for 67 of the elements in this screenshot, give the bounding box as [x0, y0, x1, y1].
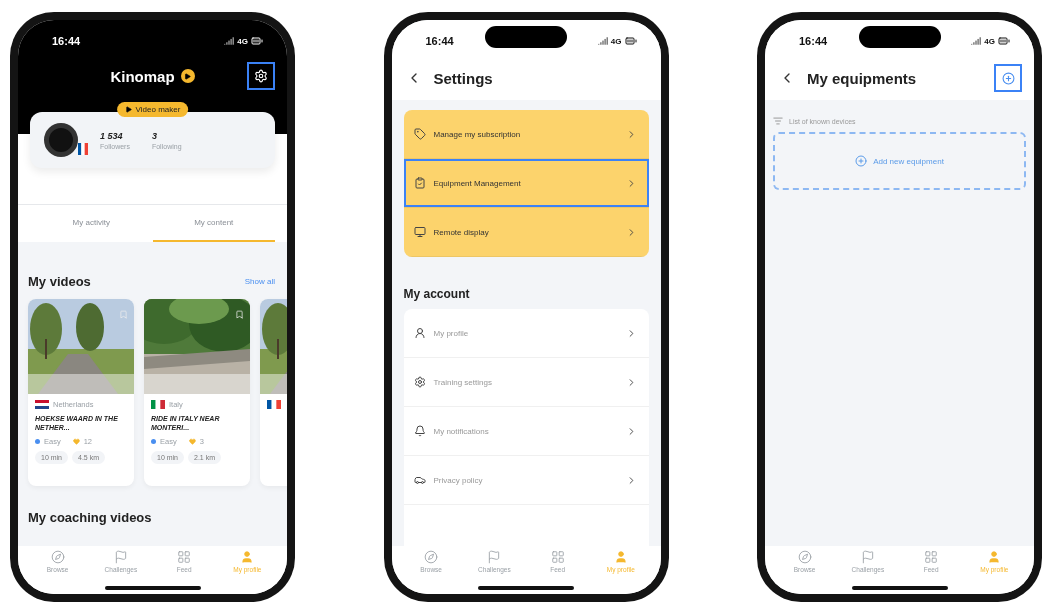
- settings-row[interactable]: Equipment Management: [403, 159, 649, 208]
- person-icon: [413, 327, 426, 339]
- page-title: Settings: [433, 69, 493, 87]
- settings-row[interactable]: Privacy policy: [403, 456, 649, 505]
- settings-row[interactable]: Training settings: [403, 358, 649, 407]
- grid-icon: [177, 550, 192, 564]
- stat-value: 1 534: [100, 130, 124, 141]
- settings-button[interactable]: [247, 62, 275, 90]
- play-icon: [180, 69, 195, 83]
- bell-icon: [413, 425, 426, 437]
- flag-icon: [487, 550, 502, 564]
- compass-icon: [424, 550, 439, 564]
- gear-icon: [413, 376, 426, 388]
- compass-icon: [797, 550, 812, 564]
- network-label: 4G: [984, 36, 995, 46]
- person-icon: [613, 550, 628, 564]
- car-icon: [413, 474, 426, 486]
- tab[interactable]: My activity: [30, 205, 153, 242]
- clipboard-icon: [413, 177, 426, 189]
- signal-icon: [971, 36, 982, 46]
- settings-row[interactable]: My notifications: [403, 407, 649, 456]
- monitor-icon: [413, 226, 426, 238]
- signal-icon: [597, 36, 608, 46]
- battery-icon: [251, 35, 263, 47]
- network-label: 4G: [237, 36, 248, 46]
- page-title: My equipments: [807, 69, 917, 87]
- difficulty-dot: [35, 439, 40, 445]
- status-time: 16:44: [425, 35, 454, 47]
- app-title: Kinomap: [110, 67, 175, 85]
- tag-icon: [413, 128, 426, 140]
- flag-icon: [267, 400, 281, 409]
- flag-icon: [35, 400, 49, 409]
- battery-icon: [998, 35, 1010, 47]
- bookmark-icon[interactable]: [235, 310, 244, 319]
- signal-icon: [224, 36, 235, 46]
- add-icon: [1001, 71, 1015, 85]
- person-icon: [240, 550, 255, 564]
- settings-row[interactable]: Manage my subscription: [403, 110, 649, 159]
- heart-icon: [72, 438, 80, 446]
- section-title: My account: [403, 286, 471, 303]
- grid-icon: [924, 550, 939, 564]
- section-title: My coaching videos: [28, 510, 153, 525]
- person-icon: [987, 550, 1002, 564]
- status-time: 16:44: [799, 35, 828, 47]
- settings-row[interactable]: Remote display: [403, 208, 649, 257]
- settings-row[interactable]: My profile: [403, 309, 649, 358]
- battery-icon: [624, 35, 637, 47]
- grid-icon: [550, 550, 565, 564]
- add-icon: [855, 155, 868, 167]
- flag-icon: [78, 143, 88, 155]
- stat-value: 3: [151, 130, 158, 141]
- role-badge: Video maker: [116, 102, 189, 117]
- add-equipment-button[interactable]: Add new equipment: [773, 132, 1026, 190]
- flag-icon: [860, 550, 875, 564]
- network-label: 4G: [610, 36, 622, 46]
- flag-icon: [151, 400, 165, 409]
- list-icon: [773, 116, 783, 126]
- settings-icon: [254, 69, 268, 83]
- status-time: 16:44: [52, 35, 81, 47]
- flag-icon: [113, 550, 128, 564]
- show-all-link[interactable]: Show all: [244, 277, 275, 286]
- section-title: My videos: [28, 274, 91, 289]
- avatar: [44, 123, 78, 157]
- compass-icon: [50, 550, 65, 564]
- add-button[interactable]: [994, 64, 1022, 92]
- heart-icon: [188, 438, 196, 446]
- difficulty-dot: [151, 439, 156, 445]
